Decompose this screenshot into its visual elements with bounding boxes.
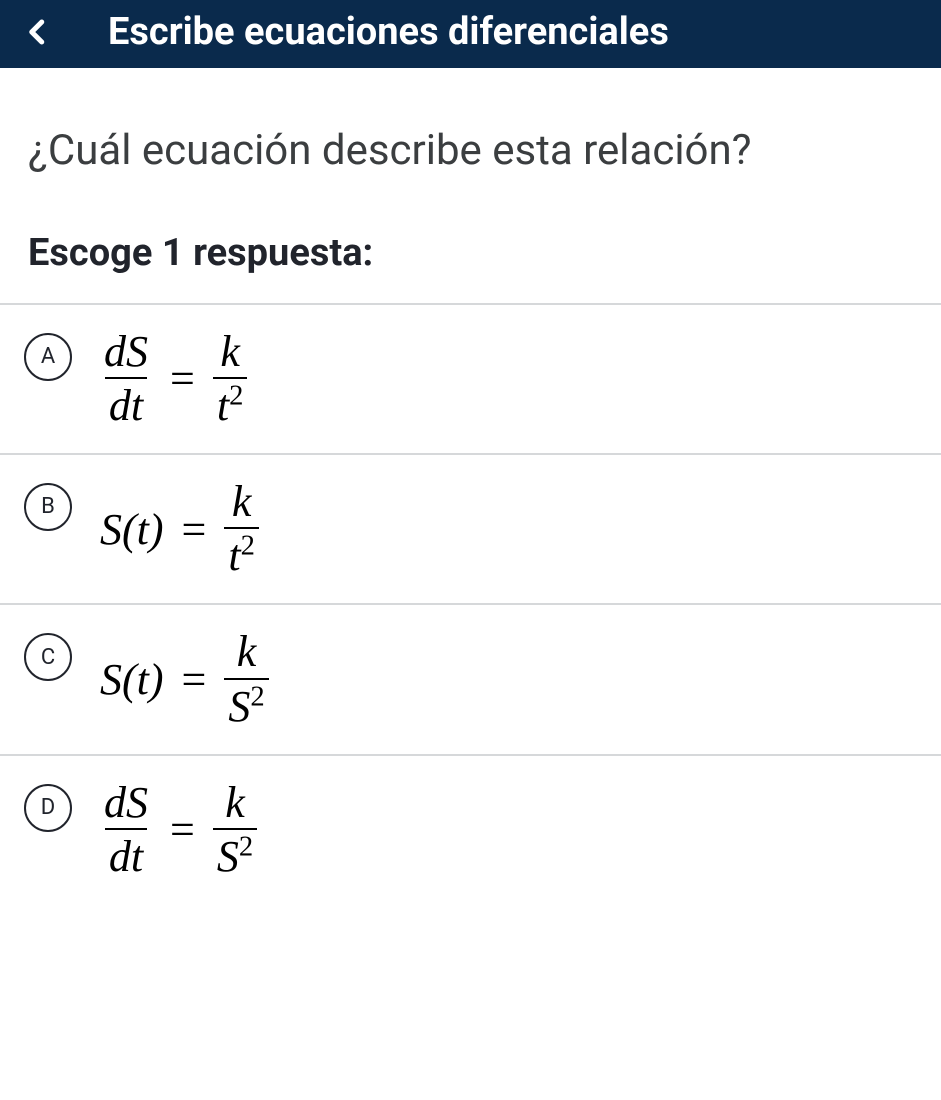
lhs-fraction: dS dt xyxy=(100,780,152,880)
rhs-fraction: k t2 xyxy=(224,479,259,579)
equals-sign: = xyxy=(170,353,195,404)
equals-sign: = xyxy=(182,654,207,705)
option-radio-b[interactable]: B xyxy=(24,483,72,531)
rhs-numerator: k xyxy=(233,629,261,677)
option-formula-b: S(t) = k t2 xyxy=(100,479,259,579)
option-formula-a: dS dt = k t2 xyxy=(100,329,247,429)
lhs-function: S(t) xyxy=(100,654,164,705)
rhs-denominator: t2 xyxy=(224,527,259,579)
rhs-fraction: k t2 xyxy=(213,329,248,429)
rhs-numerator: k xyxy=(221,780,249,828)
equals-sign: = xyxy=(182,504,207,555)
rhs-denominator: S2 xyxy=(224,678,268,730)
content-area: ¿Cuál ecuación describe esta relación? E… xyxy=(0,68,941,906)
lhs-fraction: dS dt xyxy=(100,329,152,429)
option-radio-d[interactable]: D xyxy=(24,784,72,832)
option-radio-c[interactable]: C xyxy=(24,633,72,681)
option-letter: A xyxy=(41,344,55,369)
question-text: ¿Cuál ecuación describe esta relación? xyxy=(0,68,941,219)
rhs-numerator: k xyxy=(216,329,244,377)
lhs-numerator: dS xyxy=(100,780,152,828)
lhs-function: S(t) xyxy=(100,504,164,555)
option-a[interactable]: A dS dt = k t2 xyxy=(0,305,941,455)
rhs-denominator: S2 xyxy=(213,828,257,880)
rhs-fraction: k S2 xyxy=(213,780,257,880)
option-letter: B xyxy=(41,494,55,519)
back-button[interactable] xyxy=(16,10,60,54)
chevron-left-icon xyxy=(23,17,53,47)
lhs-denominator: dt xyxy=(105,377,147,429)
option-b[interactable]: B S(t) = k t2 xyxy=(0,455,941,605)
option-radio-a[interactable]: A xyxy=(24,333,72,381)
option-letter: C xyxy=(41,645,55,670)
option-d[interactable]: D dS dt = k S2 xyxy=(0,756,941,906)
option-formula-c: S(t) = k S2 xyxy=(100,629,269,729)
rhs-fraction: k S2 xyxy=(224,629,268,729)
option-formula-d: dS dt = k S2 xyxy=(100,780,257,880)
rhs-numerator: k xyxy=(228,479,256,527)
lhs-denominator: dt xyxy=(105,828,147,880)
page-title: Escribe ecuaciones diferenciales xyxy=(108,10,669,54)
header-bar: Escribe ecuaciones diferenciales xyxy=(0,0,941,68)
equals-sign: = xyxy=(170,804,195,855)
lhs-numerator: dS xyxy=(100,329,152,377)
rhs-denominator: t2 xyxy=(213,377,248,429)
option-letter: D xyxy=(41,795,55,820)
options-list: A dS dt = k t2 B S(t) = xyxy=(0,303,941,906)
option-c[interactable]: C S(t) = k S2 xyxy=(0,605,941,755)
instruction-text: Escoge 1 respuesta: xyxy=(0,219,941,303)
